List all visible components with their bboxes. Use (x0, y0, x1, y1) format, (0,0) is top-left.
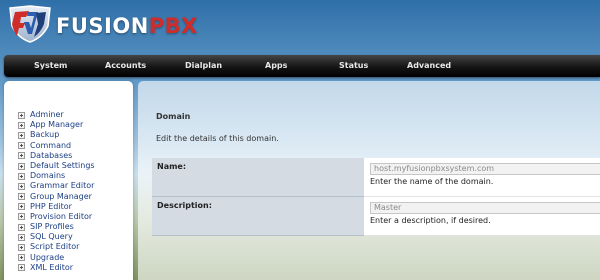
sidebar-item-group-manager[interactable]: Group Manager (18, 192, 95, 202)
name-label: Name: (152, 158, 364, 197)
brand-name-pbx: PBX (148, 14, 198, 38)
menu-item-dialplan[interactable]: Dialplan (185, 55, 222, 77)
sidebar-item-command[interactable]: Command (18, 141, 95, 151)
menu-item-accounts[interactable]: Accounts (105, 55, 146, 77)
sidebar-item-label: Domains (30, 171, 66, 181)
expand-plus-icon (18, 121, 25, 129)
sidebar-item-label: Provision Editor (30, 211, 93, 221)
fusionpbx-logo[interactable]: FUSION PBX (6, 4, 226, 44)
sidebar-item-php-editor[interactable]: PHP Editor (18, 202, 95, 212)
main-content-panel: Domain Edit the details of this domain. … (138, 81, 600, 280)
sidebar-item-sql-query[interactable]: SQL Query (18, 232, 95, 242)
sidebar-item-label: App Manager (30, 120, 84, 130)
menu-item-advanced[interactable]: Advanced (407, 55, 451, 77)
sidebar-menu: Adminer App Manager Backup Command Datab… (18, 110, 95, 273)
sidebar-item-domains[interactable]: Domains (18, 171, 95, 181)
expand-plus-icon (18, 131, 25, 139)
sidebar-item-databases[interactable]: Databases (18, 151, 95, 161)
sidebar-item-label: Command (30, 140, 72, 150)
menu-item-system[interactable]: System (34, 55, 67, 77)
brand-wordmark: FUSION PBX (56, 14, 198, 38)
expand-plus-icon (18, 182, 25, 190)
header: FUSION PBX (0, 0, 600, 52)
description-field-cell: Master Enter a description, if desired. (364, 197, 600, 236)
sidebar-item-upgrade[interactable]: Upgrade (18, 253, 95, 263)
expand-plus-icon (18, 193, 25, 201)
name-field-cell: host.myfusionpbxsystem.com Enter the nam… (364, 158, 600, 197)
fusionpbx-emblem-icon (9, 5, 51, 43)
expand-plus-icon (18, 172, 25, 180)
sidebar-item-label: Default Settings (30, 160, 95, 170)
sidebar-item-grammar-editor[interactable]: Grammar Editor (18, 181, 95, 191)
sidebar-item-adminer[interactable]: Adminer (18, 110, 95, 120)
expand-plus-icon (18, 213, 25, 221)
sidebar-item-xml-editor[interactable]: XML Editor (18, 263, 95, 273)
expand-plus-icon (18, 152, 25, 160)
sidebar-item-label: Adminer (30, 110, 64, 119)
expand-plus-icon (18, 254, 25, 262)
sidebar-item-app-manager[interactable]: App Manager (18, 120, 95, 130)
sidebar-item-label: Backup (30, 130, 60, 140)
main-menu-bar: System Accounts Dialplan Apps Status Adv… (4, 55, 600, 77)
sidebar-item-sip-profiles[interactable]: SIP Profiles (18, 222, 95, 232)
domain-name-input[interactable]: host.myfusionpbxsystem.com (370, 163, 600, 175)
sidebar-item-label: Group Manager (30, 191, 92, 201)
expand-plus-icon (18, 142, 25, 150)
expand-plus-icon (18, 264, 25, 272)
page-title: Domain (156, 112, 191, 121)
sidebar-item-label: Grammar Editor (30, 181, 95, 191)
sidebar-item-label: PHP Editor (30, 201, 72, 211)
sidebar-item-label: XML Editor (30, 262, 74, 272)
sidebar-item-label: Databases (30, 150, 73, 160)
sidebar-item-label: SQL Query (30, 232, 73, 242)
expand-plus-icon (18, 223, 25, 231)
sidebar-item-label: Upgrade (30, 252, 65, 262)
sidebar-item-label: Script Editor (30, 242, 80, 252)
domain-description-input[interactable]: Master (370, 202, 600, 214)
brand-name-fusion: FUSION (56, 14, 149, 38)
menu-item-status[interactable]: Status (339, 55, 368, 77)
expand-plus-icon (18, 111, 25, 119)
sidebar-panel: Adminer App Manager Backup Command Datab… (4, 81, 133, 280)
expand-plus-icon (18, 162, 25, 170)
name-hint: Enter the name of the domain. (370, 177, 494, 186)
menu-item-apps[interactable]: Apps (265, 55, 287, 77)
sidebar-item-script-editor[interactable]: Script Editor (18, 242, 95, 252)
description-hint: Enter a description, if desired. (370, 216, 491, 225)
sidebar-item-backup[interactable]: Backup (18, 130, 95, 140)
sidebar-item-label: SIP Profiles (30, 222, 74, 232)
expand-plus-icon (18, 244, 25, 252)
description-label: Description: (152, 197, 364, 236)
expand-plus-icon (18, 203, 25, 211)
page-description: Edit the details of this domain. (156, 134, 279, 143)
sidebar-item-default-settings[interactable]: Default Settings (18, 161, 95, 171)
sidebar-item-provision-editor[interactable]: Provision Editor (18, 212, 95, 222)
expand-plus-icon (18, 233, 25, 241)
